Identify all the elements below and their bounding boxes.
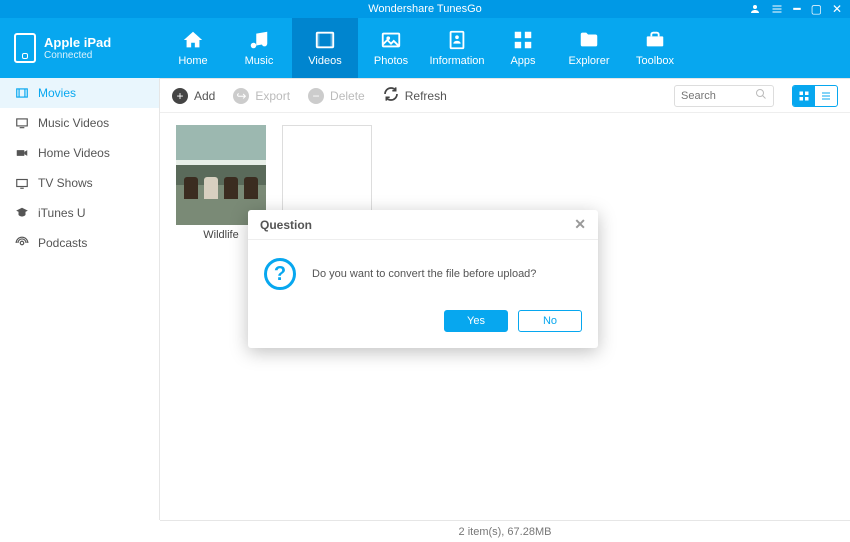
sidebar: Movies Music Videos Home Videos TV Shows… — [0, 78, 160, 520]
toolbox-icon — [643, 29, 667, 51]
nav-apps[interactable]: Apps — [490, 18, 556, 78]
nav-toolbox[interactable]: Toolbox — [622, 18, 688, 78]
nav-photos[interactable]: Photos — [358, 18, 424, 78]
music-icon — [247, 29, 271, 51]
sidebar-label: TV Shows — [38, 176, 93, 190]
dialog-close-button[interactable]: ✕ — [574, 216, 586, 233]
sidebar-label: iTunes U — [38, 206, 86, 220]
nav-label: Toolbox — [636, 55, 674, 67]
minus-icon: − — [308, 88, 324, 104]
search-input[interactable] — [681, 90, 755, 102]
film-icon — [14, 86, 30, 100]
refresh-icon — [383, 86, 399, 105]
close-button[interactable]: ✕ — [832, 2, 842, 16]
plus-icon: + — [172, 88, 188, 104]
search-icon — [755, 87, 767, 105]
maximize-button[interactable]: ▢ — [811, 2, 822, 16]
sidebar-label: Movies — [38, 86, 76, 100]
device-status: Connected — [44, 50, 111, 61]
app-title: Wondershare TunesGo — [368, 3, 482, 15]
screen-icon — [14, 116, 30, 130]
device-panel[interactable]: Apple iPad Connected — [0, 18, 160, 78]
main-nav: Home Music Videos Photos Information App… — [160, 18, 688, 78]
camera-icon — [14, 146, 30, 160]
window-controls: ━ ▢ ✕ — [749, 0, 842, 18]
videos-icon — [313, 29, 337, 51]
nav-label: Apps — [510, 55, 535, 67]
folder-icon — [577, 29, 601, 51]
sidebar-item-tv-shows[interactable]: TV Shows — [0, 168, 159, 198]
tablet-icon — [14, 33, 36, 63]
nav-home[interactable]: Home — [160, 18, 226, 78]
nav-explorer[interactable]: Explorer — [556, 18, 622, 78]
list-view-button[interactable] — [815, 86, 837, 106]
dialog-message: Do you want to convert the file before u… — [312, 268, 536, 280]
device-name: Apple iPad — [44, 35, 111, 50]
question-icon: ? — [264, 258, 296, 290]
sidebar-item-music-videos[interactable]: Music Videos — [0, 108, 159, 138]
sidebar-item-itunes-u[interactable]: iTunes U — [0, 198, 159, 228]
nav-label: Photos — [374, 55, 408, 67]
nav-label: Information — [429, 55, 484, 67]
nav-label: Home — [178, 55, 207, 67]
nav-information[interactable]: Information — [424, 18, 490, 78]
nav-music[interactable]: Music — [226, 18, 292, 78]
sidebar-item-podcasts[interactable]: Podcasts — [0, 228, 159, 258]
sidebar-label: Podcasts — [38, 236, 87, 250]
sidebar-label: Music Videos — [38, 116, 109, 130]
tv-icon — [14, 176, 30, 190]
nav-label: Videos — [308, 55, 341, 67]
add-button[interactable]: +Add — [172, 88, 215, 104]
sidebar-label: Home Videos — [38, 146, 110, 160]
podcast-icon — [14, 236, 30, 250]
titlebar: Wondershare TunesGo ━ ▢ ✕ — [0, 0, 850, 18]
refresh-button[interactable]: Refresh — [383, 86, 447, 105]
yes-button[interactable]: Yes — [444, 310, 508, 332]
nav-videos[interactable]: Videos — [292, 18, 358, 78]
grid-view-button[interactable] — [793, 86, 815, 106]
minimize-button[interactable]: ━ — [793, 2, 800, 16]
toolbar: +Add ↪Export −Delete Refresh — [160, 79, 850, 113]
sidebar-item-movies[interactable]: Movies — [0, 78, 159, 108]
user-icon[interactable] — [749, 3, 761, 15]
no-button[interactable]: No — [518, 310, 582, 332]
graduation-icon — [14, 206, 30, 220]
dialog-title: Question — [260, 218, 312, 232]
header: Apple iPad Connected Home Music Videos P… — [0, 18, 850, 78]
apps-icon — [511, 29, 535, 51]
menu-icon[interactable] — [771, 3, 783, 15]
status-text: 2 item(s), 67.28MB — [459, 526, 552, 538]
contacts-icon — [445, 29, 469, 51]
nav-label: Explorer — [569, 55, 610, 67]
delete-button[interactable]: −Delete — [308, 88, 365, 104]
nav-label: Music — [245, 55, 274, 67]
view-toggle — [792, 85, 838, 107]
search-box[interactable] — [674, 85, 774, 107]
home-icon — [181, 29, 205, 51]
photos-icon — [379, 29, 403, 51]
export-button[interactable]: ↪Export — [233, 88, 290, 104]
sidebar-item-home-videos[interactable]: Home Videos — [0, 138, 159, 168]
question-dialog: Question ✕ ? Do you want to convert the … — [248, 210, 598, 348]
export-icon: ↪ — [233, 88, 249, 104]
status-bar: 2 item(s), 67.28MB — [160, 520, 850, 542]
